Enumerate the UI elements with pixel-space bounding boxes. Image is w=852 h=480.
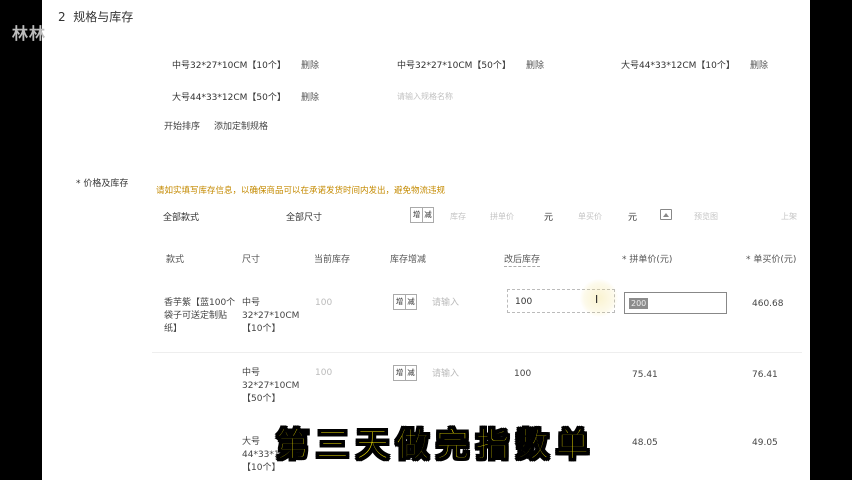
batch-stock-toggle: 增 减 xyxy=(410,207,434,223)
row-group-price-value: 200 xyxy=(629,298,649,309)
size-filter-dropdown[interactable]: 全部尺寸 xyxy=(286,210,322,223)
batch-group-price-input[interactable]: 拼单价 xyxy=(490,211,514,222)
row-group-price[interactable]: 75.41 xyxy=(632,369,658,382)
sku-delete-button[interactable]: 删除 xyxy=(301,58,319,71)
row-change-input[interactable]: 请输入 xyxy=(432,297,459,310)
cursor-highlight xyxy=(580,279,618,317)
sku-option-label: 中号32*27*10CM【10个】 xyxy=(172,61,286,71)
batch-reduce-button[interactable]: 减 xyxy=(422,208,433,222)
row-single-price[interactable]: 76.41 xyxy=(752,369,778,382)
sku-delete-button[interactable]: 删除 xyxy=(526,58,544,71)
row-current-stock: 100 xyxy=(315,298,333,308)
row-stock-toggle: 增 减 xyxy=(393,294,417,310)
row-after-stock-input[interactable]: 100 xyxy=(514,368,531,381)
col-header-current-stock: 当前库存 xyxy=(314,255,351,265)
batch-more-button[interactable]: 上架 xyxy=(781,211,797,222)
add-custom-spec-link[interactable]: 添加定制规格 xyxy=(214,119,268,132)
row-size-cell: 中号32*27*10CM【10个】 xyxy=(242,298,300,334)
row-add-button[interactable]: 增 xyxy=(394,366,405,380)
sku-delete-button[interactable]: 删除 xyxy=(750,58,768,71)
sku-option-label: 大号44*33*12CM【10个】 xyxy=(621,61,735,71)
section-title: 2 规格与库存 xyxy=(58,8,133,25)
row-group-price[interactable]: 48.05 xyxy=(632,437,658,450)
sku-option-label: 大号44*33*12CM【50个】 xyxy=(172,93,286,103)
price-stock-title: * 价格及库存 xyxy=(76,179,129,189)
row-reduce-button[interactable]: 减 xyxy=(405,295,416,309)
batch-add-button[interactable]: 增 xyxy=(411,208,422,222)
row-group-price-input[interactable]: 200 xyxy=(624,292,727,314)
row-single-price[interactable]: 460.68 xyxy=(752,298,784,311)
watermark: 林林 xyxy=(12,24,47,43)
video-subtitle: 第三天做完指数单 xyxy=(276,425,596,465)
batch-stock-input[interactable]: 库存 xyxy=(450,211,466,222)
style-filter-dropdown[interactable]: 全部款式 xyxy=(163,210,199,223)
row-stock-toggle: 增 减 xyxy=(393,365,417,381)
section-title-text: 规格与库存 xyxy=(73,10,134,24)
stock-notice: 请如实填写库存信息，以确保商品可以在承诺发货时间内发出，避免物流违规 xyxy=(156,186,446,196)
row-style-cell: 香芋紫【蓝100个袋子可送定制贴纸】 xyxy=(164,298,236,334)
row-size-cell: 中号32*27*10CM【50个】 xyxy=(242,368,300,404)
image-icon[interactable] xyxy=(660,209,672,220)
col-header-after-stock: 改后库存 xyxy=(504,252,541,267)
batch-preview-input[interactable]: 预览图 xyxy=(694,211,718,222)
col-header-single-price: * 单买价(元) xyxy=(746,255,797,265)
row-reduce-button[interactable]: 减 xyxy=(405,366,416,380)
row-add-button[interactable]: 增 xyxy=(394,295,405,309)
col-header-stock-change: 库存增减 xyxy=(390,255,427,265)
section-number: 2 xyxy=(58,10,66,24)
row-single-price[interactable]: 49.05 xyxy=(752,437,778,450)
col-header-size: 尺寸 xyxy=(242,255,261,265)
app-window: 2 规格与库存 中号32*27*10CM【10个】 删除 中号32*27*10C… xyxy=(42,0,810,480)
sku-new-input[interactable]: 请输入规格名称 xyxy=(397,91,453,102)
size-filter-label: 全部尺寸 xyxy=(286,213,323,223)
row-after-stock-value: 100 xyxy=(515,297,533,307)
batch-single-price-input[interactable]: 单买价 xyxy=(578,211,602,222)
text-cursor-icon: I xyxy=(595,293,599,306)
style-filter-label: 全部款式 xyxy=(163,213,200,223)
sku-option-label: 中号32*27*10CM【50个】 xyxy=(397,61,511,71)
currency-label: 元 xyxy=(544,213,554,223)
currency-label: 元 xyxy=(628,213,638,223)
col-header-group-price: * 拼单价(元) xyxy=(622,255,673,265)
col-header-style: 款式 xyxy=(166,255,185,265)
row-change-input[interactable]: 请输入 xyxy=(432,368,459,381)
start-sort-link[interactable]: 开始排序 xyxy=(164,119,200,132)
sku-delete-button[interactable]: 删除 xyxy=(301,90,319,103)
row-current-stock: 100 xyxy=(315,368,333,378)
row-divider xyxy=(152,352,802,353)
